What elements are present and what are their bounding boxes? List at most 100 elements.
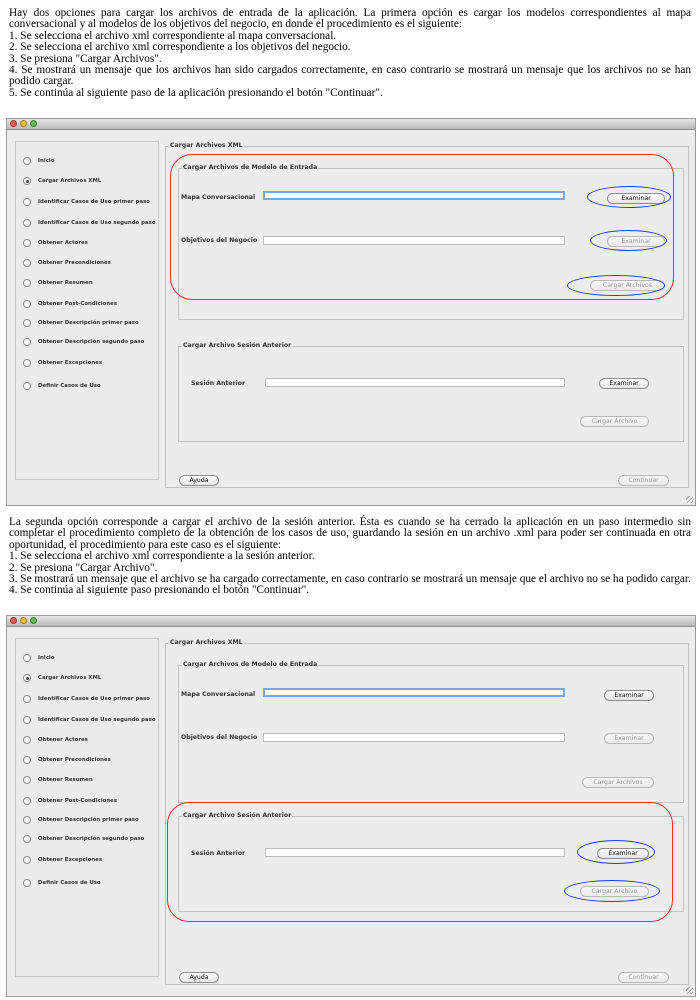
paragraph-2-step-1: 1. Se selecciona el archivo xml correspo… bbox=[9, 550, 315, 563]
sidebar-item-resumen[interactable]: Obtener Resumen bbox=[23, 775, 93, 785]
examinar-objetivos-button[interactable]: Examinar bbox=[607, 236, 665, 247]
objetivos-negocio-label: Objetivos del Negocio bbox=[181, 734, 258, 741]
sidebar-item-label: Identificar Casos de Uso segundo paso bbox=[38, 717, 156, 723]
sidebar-item-definir[interactable]: Definir Casos de Uso bbox=[23, 381, 101, 391]
group-title: Cargar Archivos XML bbox=[169, 142, 244, 150]
app-window-screenshot-2: Inicio Cargar Archivos XML Identificar C… bbox=[6, 615, 696, 997]
radio-icon[interactable] bbox=[23, 239, 31, 247]
mapa-conversacional-input[interactable] bbox=[263, 191, 565, 200]
radio-icon[interactable] bbox=[23, 856, 31, 864]
cargar-archivos-button[interactable]: Cargar Archivos bbox=[582, 777, 654, 788]
mapa-conversacional-label: Mapa Conversacional bbox=[181, 691, 256, 698]
radio-selected-icon[interactable] bbox=[23, 177, 31, 185]
examinar-mapa-button[interactable]: Examinar bbox=[607, 193, 665, 204]
sidebar-item-descripcion-primer[interactable]: Obtener Descripción primer paso bbox=[23, 318, 139, 328]
radio-icon[interactable] bbox=[23, 157, 31, 165]
close-window-icon[interactable] bbox=[10, 120, 17, 127]
sidebar-item-definir[interactable]: Definir Casos de Uso bbox=[23, 878, 101, 888]
radio-icon[interactable] bbox=[23, 359, 31, 367]
radio-selected-icon[interactable] bbox=[23, 674, 31, 682]
sidebar-item-actores[interactable]: Obtener Actores bbox=[23, 238, 88, 248]
sidebar-item-cargar-archivos-xml[interactable]: Cargar Archivos XML bbox=[23, 673, 101, 683]
radio-icon[interactable] bbox=[23, 756, 31, 764]
sidebar-item-identificar-segundo[interactable]: Identificar Casos de Uso segundo paso bbox=[23, 715, 156, 725]
sidebar-item-label: Obtener Post-Condiciones bbox=[38, 301, 118, 307]
paragraph-2-step-4: 4. Se continúa al siguiente paso presion… bbox=[9, 584, 310, 597]
radio-icon[interactable] bbox=[23, 879, 31, 887]
minimize-window-icon[interactable] bbox=[20, 120, 27, 127]
cargar-archivos-xml-group: Cargar Archivos XML Cargar Archivos de M… bbox=[165, 142, 689, 488]
sidebar-item-inicio[interactable]: Inicio bbox=[23, 156, 54, 166]
radio-icon[interactable] bbox=[23, 259, 31, 267]
examinar-objetivos-button[interactable]: Examinar bbox=[604, 733, 654, 744]
sidebar-item-label: Obtener Descripción segundo paso bbox=[38, 836, 145, 842]
sesion-anterior-input[interactable] bbox=[265, 848, 565, 857]
sesion-anterior-input[interactable] bbox=[265, 378, 565, 387]
sidebar-item-descripcion-primer[interactable]: Obtener Descripción primer paso bbox=[23, 815, 139, 825]
ayuda-button[interactable]: Ayuda bbox=[179, 972, 219, 983]
radio-icon[interactable] bbox=[23, 300, 31, 308]
sidebar-item-excepciones[interactable]: Obtener Excepciones bbox=[23, 855, 102, 865]
modelo-entrada-group: Cargar Archivos de Modelo de Entrada Map… bbox=[178, 164, 684, 320]
radio-icon[interactable] bbox=[23, 716, 31, 724]
sidebar-item-label: Obtener Excepciones bbox=[38, 857, 103, 863]
sesion-anterior-group: Cargar Archivo Sesión Anterior Sesión An… bbox=[178, 812, 684, 912]
resize-grip-icon[interactable] bbox=[686, 496, 693, 503]
radio-icon[interactable] bbox=[23, 816, 31, 824]
minimize-window-icon[interactable] bbox=[20, 617, 27, 624]
sidebar-item-inicio[interactable]: Inicio bbox=[23, 653, 54, 663]
instructions-paragraph-2: La segunda opción corresponde a cargar e… bbox=[9, 516, 691, 597]
sidebar-item-label: Obtener Descripción primer paso bbox=[38, 817, 139, 823]
cargar-archivos-button[interactable]: Cargar Archivos bbox=[590, 280, 665, 291]
paragraph-2-intro: La segunda opción corresponde a cargar e… bbox=[9, 516, 691, 551]
radio-icon[interactable] bbox=[23, 797, 31, 805]
radio-icon[interactable] bbox=[23, 382, 31, 390]
sidebar-item-excepciones[interactable]: Obtener Excepciones bbox=[23, 358, 102, 368]
sidebar-item-postcondiciones[interactable]: Obtener Post-Condiciones bbox=[23, 299, 117, 309]
radio-icon[interactable] bbox=[23, 319, 31, 327]
sidebar-item-label: Definir Casos de Uso bbox=[38, 383, 101, 389]
continuar-button[interactable]: Continuar bbox=[618, 475, 669, 486]
cargar-archivo-button[interactable]: Cargar Archivo bbox=[580, 416, 649, 427]
sidebar-item-resumen[interactable]: Obtener Resumen bbox=[23, 278, 93, 288]
sidebar-item-identificar-primer[interactable]: Identificar Casos de Uso primer paso bbox=[23, 694, 150, 704]
cargar-archivo-button[interactable]: Cargar Archivo bbox=[580, 886, 649, 897]
radio-icon[interactable] bbox=[23, 198, 31, 206]
close-window-icon[interactable] bbox=[10, 617, 17, 624]
paragraph-1-step-5: 5. Se continúa al siguiente paso de la a… bbox=[9, 86, 383, 99]
examinar-sesion-button[interactable]: Examinar bbox=[597, 848, 649, 859]
sidebar-item-identificar-primer[interactable]: Identificar Casos de Uso primer paso bbox=[23, 197, 150, 207]
sidebar-item-descripcion-segundo[interactable]: Obtener Descripción segundo paso bbox=[23, 834, 144, 844]
resize-grip-icon[interactable] bbox=[686, 987, 693, 994]
group-title: Cargar Archivos XML bbox=[169, 639, 244, 647]
objetivos-negocio-input[interactable] bbox=[263, 236, 565, 245]
mapa-conversacional-input[interactable] bbox=[263, 688, 565, 697]
sidebar-item-precondiciones[interactable]: Obtener Precondiciones bbox=[23, 755, 111, 765]
radio-icon[interactable] bbox=[23, 695, 31, 703]
radio-icon[interactable] bbox=[23, 279, 31, 287]
sidebar-item-label: Obtener Descripción primer paso bbox=[38, 320, 139, 326]
radio-icon[interactable] bbox=[23, 338, 31, 346]
sidebar-item-label: Inicio bbox=[38, 655, 55, 661]
zoom-window-icon[interactable] bbox=[30, 617, 37, 624]
radio-icon[interactable] bbox=[23, 776, 31, 784]
continuar-button[interactable]: Continuar bbox=[618, 972, 669, 983]
examinar-sesion-button[interactable]: Examinar bbox=[599, 378, 649, 389]
sidebar-item-descripcion-segundo[interactable]: Obtener Descripción segundo paso bbox=[23, 337, 144, 347]
radio-icon[interactable] bbox=[23, 835, 31, 843]
sidebar-item-identificar-segundo[interactable]: Identificar Casos de Uso segundo paso bbox=[23, 218, 156, 228]
sidebar-item-actores[interactable]: Obtener Actores bbox=[23, 735, 88, 745]
objetivos-negocio-input[interactable] bbox=[263, 733, 565, 742]
sesion-anterior-label: Sesión Anterior bbox=[191, 380, 246, 387]
sidebar-item-precondiciones[interactable]: Obtener Precondiciones bbox=[23, 258, 111, 268]
instructions-paragraph-1: Hay dos opciones para cargar los archivo… bbox=[9, 7, 691, 99]
radio-icon[interactable] bbox=[23, 654, 31, 662]
paragraph-1-intro: Hay dos opciones para cargar los archivo… bbox=[9, 7, 691, 31]
zoom-window-icon[interactable] bbox=[30, 120, 37, 127]
radio-icon[interactable] bbox=[23, 219, 31, 227]
radio-icon[interactable] bbox=[23, 736, 31, 744]
ayuda-button[interactable]: Ayuda bbox=[179, 475, 219, 486]
examinar-mapa-button[interactable]: Examinar bbox=[604, 690, 654, 701]
sidebar-item-postcondiciones[interactable]: Obtener Post-Condiciones bbox=[23, 796, 117, 806]
sidebar-item-cargar-archivos-xml[interactable]: Cargar Archivos XML bbox=[23, 176, 101, 186]
